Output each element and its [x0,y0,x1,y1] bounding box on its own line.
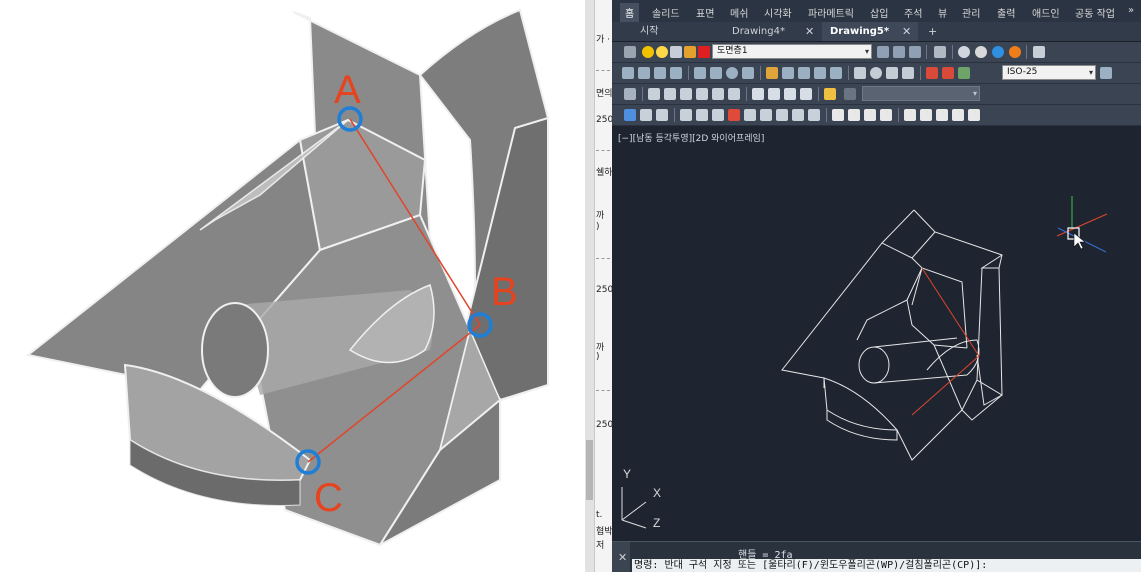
wire-edge [976,267,1003,396]
wire-edge [976,354,1003,406]
sliver-scrollbar-thumb[interactable] [586,440,593,500]
sliver-dash [596,258,610,259]
close-icon[interactable]: ✕ [618,551,627,564]
sliver-text-10: t. [596,510,603,520]
label-b: B [491,270,518,314]
wire-edge [913,209,1003,269]
label-a: A [334,68,361,112]
sliver-text-11: 혐박 [596,527,613,537]
wire-edge [881,209,936,259]
ucs-y-label: Y [623,467,632,481]
view-gizmo[interactable] [1056,196,1108,253]
wire-cylinder-end [858,346,890,384]
sliver-text-4: 까 [596,211,605,221]
wire-edge [856,299,908,341]
command-input[interactable]: 명령: 반대 구석 지정 또는 [울타리(F)/윈도우폴리곤(WP)/걸침폴리곤… [632,559,1141,572]
shaded-model-panel: A B C [0,0,585,572]
wireframe-model [781,209,1003,461]
sliver-text-5: ) [596,222,600,232]
sliver-text-2: 250 [596,115,613,125]
command-window: ✕ 핸들 = 2fa 명령: 반대 구석 지정 또는 [울타리(F)/윈도우폴리… [612,541,1141,572]
sliver-text-0: 가 · [596,35,611,45]
sliver-text-12: 저 [596,541,605,551]
cad-application: 홈 솔리드 표면 메쉬 시각화 파라메트릭 삽입 주석 뷰 관리 출력 애드인 … [612,0,1141,572]
sliver-dash [596,390,610,391]
wire-edge [961,379,978,411]
sliver-text-1: 면의 [596,89,613,99]
sliver-dash [596,150,610,151]
sliver-text-3: 쉘하 [596,168,613,178]
wire-half-disc-side [826,410,898,441]
red-line-b-c [911,355,980,416]
model-space-canvas[interactable] [612,0,1141,541]
sliver-text-6: 250 [596,285,613,295]
wire-edge [896,344,963,461]
red-line-a-b [921,267,980,357]
wire-edge [781,242,883,379]
ucs-z-axis [621,519,647,529]
sliver-dash [596,70,610,71]
sliver-text-9: 250 [596,420,613,430]
label-c: C [314,476,343,520]
wire-half-disc [823,377,899,431]
ucs-x-axis [621,501,647,521]
background-window-sliver: 가 · 면의 250 쉘하 까 ) 250 까 ) 250 t. 혐박 저 [585,0,613,572]
ucs-icon [621,487,647,529]
sliver-scrollbar[interactable] [585,0,595,572]
ucs-x-label: X [653,486,662,500]
wire-edge [906,267,968,349]
gizmo-x-axis [1056,213,1108,237]
model-cylinder-end [201,302,269,398]
ucs-z-label: Z [653,516,661,530]
sliver-text-8: ) [596,352,600,362]
